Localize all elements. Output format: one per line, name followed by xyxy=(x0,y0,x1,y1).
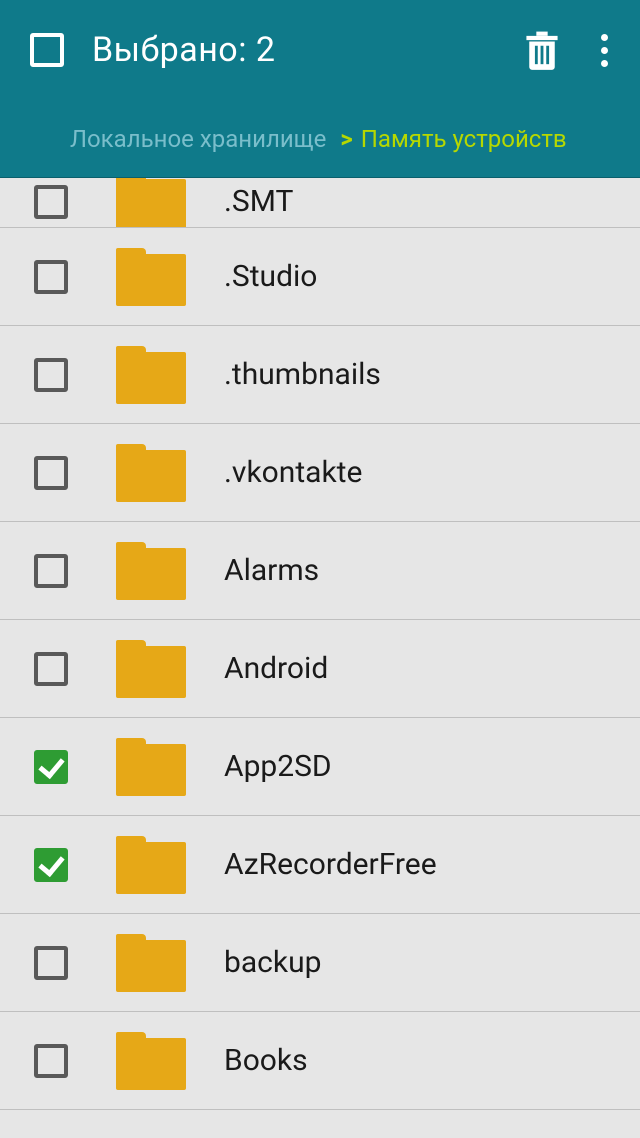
folder-icon xyxy=(116,640,186,698)
breadcrumb-current: Память устройств xyxy=(361,125,567,153)
list-item[interactable]: .vkontakte xyxy=(0,424,640,522)
item-name: Android xyxy=(224,651,640,686)
item-name: .vkontakte xyxy=(224,455,640,490)
list-item[interactable]: Alarms xyxy=(0,522,640,620)
item-checkbox[interactable] xyxy=(34,185,68,219)
folder-icon xyxy=(116,1032,186,1090)
list-item[interactable]: AzRecorderFree xyxy=(0,816,640,914)
list-item[interactable]: Books xyxy=(0,1012,640,1110)
folder-icon xyxy=(116,346,186,404)
list-item[interactable]: .thumbnails xyxy=(0,326,640,424)
item-name: .Studio xyxy=(224,259,640,294)
item-checkbox[interactable] xyxy=(34,358,68,392)
breadcrumb: Локальное хранилище > Память устройств xyxy=(0,100,640,178)
folder-icon xyxy=(116,934,186,992)
delete-icon[interactable] xyxy=(520,28,564,72)
overflow-menu-icon[interactable] xyxy=(592,28,616,72)
folder-icon xyxy=(116,542,186,600)
item-name: AzRecorderFree xyxy=(224,847,640,882)
file-list: .SMT .Studio .thumbnails .vkontakte Alarms An… xyxy=(0,178,640,1138)
folder-icon xyxy=(116,738,186,796)
list-item[interactable]: backup xyxy=(0,914,640,1012)
item-name: Alarms xyxy=(224,553,640,588)
folder-icon xyxy=(116,444,186,502)
select-all-checkbox[interactable] xyxy=(30,33,64,67)
item-name: Books xyxy=(224,1043,640,1078)
breadcrumb-root[interactable]: Локальное хранилище xyxy=(70,125,326,153)
item-checkbox[interactable] xyxy=(34,848,68,882)
item-checkbox[interactable] xyxy=(34,750,68,784)
folder-icon xyxy=(116,836,186,894)
item-name: backup xyxy=(224,945,640,980)
item-name: .thumbnails xyxy=(224,357,640,392)
item-checkbox[interactable] xyxy=(34,946,68,980)
list-item[interactable]: .SMT xyxy=(0,178,640,228)
app-bar: Выбрано: 2 xyxy=(0,0,640,100)
list-item[interactable]: Android xyxy=(0,620,640,718)
folder-icon xyxy=(116,248,186,306)
appbar-title: Выбрано: 2 xyxy=(92,30,520,70)
folder-icon xyxy=(116,178,186,228)
list-item[interactable]: .Studio xyxy=(0,228,640,326)
item-checkbox[interactable] xyxy=(34,1044,68,1078)
item-name: App2SD xyxy=(224,749,640,784)
item-checkbox[interactable] xyxy=(34,456,68,490)
chevron-right-icon: > xyxy=(340,125,352,153)
item-checkbox[interactable] xyxy=(34,260,68,294)
list-item[interactable]: App2SD xyxy=(0,718,640,816)
item-checkbox[interactable] xyxy=(34,652,68,686)
item-name: .SMT xyxy=(224,184,640,219)
item-checkbox[interactable] xyxy=(34,554,68,588)
